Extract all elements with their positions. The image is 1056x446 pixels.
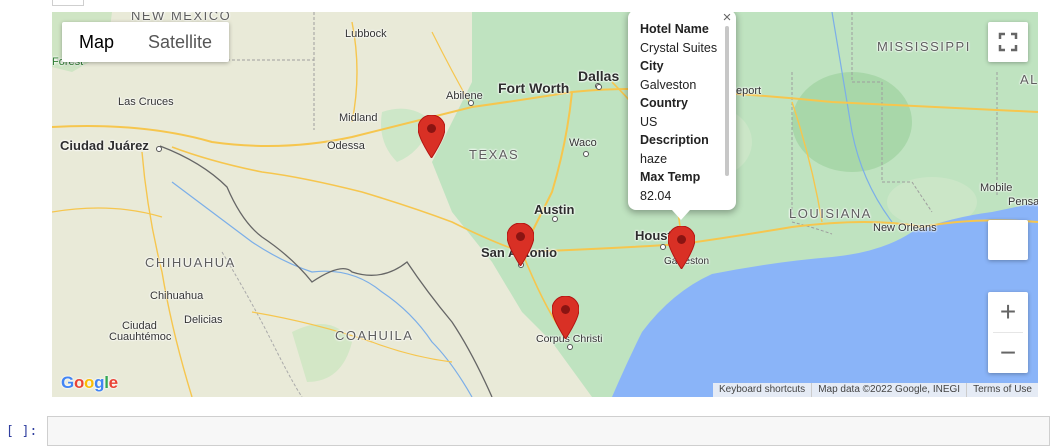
- label-louisiana: LOUISIANA: [789, 206, 872, 221]
- street-view-pegman-button[interactable]: [988, 220, 1028, 260]
- keyboard-shortcuts-link[interactable]: Keyboard shortcuts: [713, 383, 811, 397]
- label-coahuila: COAHUILA: [335, 328, 414, 343]
- label-delicias: Delicias: [184, 314, 223, 326]
- label-fort-worth: Fort Worth: [498, 80, 570, 96]
- iw-value-hotel-name: Crystal Suites: [640, 40, 718, 55]
- previous-cell-edge: [52, 0, 84, 6]
- map-attribution: Keyboard shortcuts Map data ©2022 Google…: [713, 383, 1038, 397]
- terms-of-use-link[interactable]: Terms of Use: [966, 383, 1038, 397]
- label-cuauhtemoc: Cuauhtémoc: [109, 331, 172, 343]
- iw-key-country: Country: [640, 96, 688, 110]
- iw-key-description: Description: [640, 133, 709, 147]
- label-new-orleans: New Orleans: [873, 222, 937, 234]
- map-data-text: Map data ©2022 Google, INEGI: [811, 383, 966, 397]
- label-austin: Austin: [534, 202, 575, 217]
- fullscreen-icon: [998, 32, 1018, 52]
- label-shreveport: eport: [736, 85, 762, 97]
- city-dot-austin: [552, 216, 558, 222]
- fullscreen-button[interactable]: [988, 22, 1028, 62]
- iw-key-max-temp: Max Temp: [640, 170, 701, 184]
- marker-san-antonio[interactable]: [507, 223, 534, 266]
- map-type-satellite-button[interactable]: Satellite: [131, 22, 229, 62]
- label-al: AL: [1020, 72, 1038, 87]
- label-dallas: Dallas: [578, 68, 620, 84]
- label-chihuahua-city: Chihuahua: [150, 290, 204, 302]
- label-abilene: Abilene: [446, 90, 483, 102]
- code-cell-input[interactable]: [47, 416, 1050, 446]
- label-odessa: Odessa: [327, 140, 365, 152]
- city-dot-houston: [660, 244, 666, 250]
- marker-odessa-area[interactable]: [418, 115, 445, 158]
- label-chihuahua-state: CHIHUAHUA: [145, 255, 236, 270]
- info-window-scrollbar[interactable]: [725, 26, 729, 176]
- city-dot-dallas: [596, 84, 602, 90]
- zoom-in-button[interactable]: +: [988, 292, 1028, 332]
- map-type-control: Map Satellite: [62, 22, 230, 62]
- label-mississippi: MISSISSIPPI: [877, 39, 971, 54]
- city-dot-waco: [583, 151, 589, 157]
- iw-value-max-temp: 82.04: [640, 188, 672, 203]
- label-pensacola: Pensa: [1008, 196, 1038, 208]
- close-icon[interactable]: ×: [720, 12, 734, 25]
- iw-key-hotel-name: Hotel Name: [640, 22, 709, 36]
- info-window-tail: [672, 210, 690, 220]
- label-ciudad-juarez: Ciudad Juárez: [60, 138, 149, 153]
- iw-value-description: haze: [640, 151, 668, 166]
- google-logo[interactable]: Google: [61, 373, 118, 393]
- marker-corpus-christi[interactable]: [552, 296, 579, 339]
- zoom-control: + −: [988, 292, 1028, 373]
- iw-value-city: Galveston: [640, 77, 697, 92]
- marker-galveston[interactable]: [668, 226, 695, 269]
- map-type-map-button[interactable]: Map: [62, 22, 131, 62]
- info-window: Hotel Name Crystal Suites City Galveston…: [628, 12, 736, 210]
- city-dot-abilene: [468, 100, 474, 106]
- label-midland: Midland: [339, 112, 378, 124]
- zoom-out-button[interactable]: −: [988, 333, 1028, 373]
- iw-key-city: City: [640, 59, 664, 73]
- label-las-cruces: Las Cruces: [118, 96, 174, 108]
- label-mobile: Mobile: [980, 182, 1013, 194]
- city-dot-corpus-christi: [567, 344, 573, 350]
- map-container[interactable]: NEW MEXICO MISSISSIPPI AL TEXAS LOUISIAN…: [52, 12, 1038, 397]
- label-texas: TEXAS: [469, 147, 520, 162]
- city-dot-ciudad-juarez: [156, 146, 162, 152]
- label-waco: Waco: [569, 137, 597, 149]
- label-lubbock: Lubbock: [345, 28, 387, 40]
- iw-value-country: US: [640, 114, 658, 129]
